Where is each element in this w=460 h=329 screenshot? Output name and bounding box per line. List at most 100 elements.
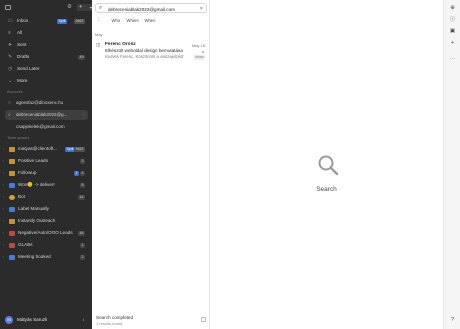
nav-drafts[interactable]: ✎ Drafts 49	[5, 52, 88, 62]
label-color-icon	[9, 242, 15, 248]
label-item[interactable]: › Bot 14	[2, 192, 88, 202]
caret-right-icon[interactable]: ›	[3, 180, 4, 190]
label-color-icon	[9, 158, 15, 164]
search-icon	[318, 155, 339, 176]
sent-icon: ➤	[8, 42, 13, 48]
label-text: matyas@clientoft...	[18, 146, 58, 151]
mail-icon: ○	[8, 100, 12, 106]
label-item[interactable]: › Followup 1 4	[2, 168, 88, 178]
plus-icon[interactable]: +	[444, 40, 460, 47]
drafts-count-badge: 49	[78, 54, 85, 60]
search-icon: ⌕	[99, 5, 103, 11]
calendar-icon[interactable]: ▣	[444, 28, 460, 35]
inbox-icon: ◫	[96, 42, 101, 47]
label-item[interactable]: › Negative/Auto/OOO Leads 44	[2, 228, 88, 238]
caret-right-icon[interactable]: ›	[3, 252, 4, 262]
panel-toggle-icon[interactable]	[201, 317, 206, 322]
label-text: Followup	[18, 170, 37, 175]
label-text: Bot	[18, 194, 25, 199]
label-text: GLABs	[18, 242, 33, 247]
label-count-badge: 14	[78, 194, 85, 200]
sidebar-toolbar: ⚙ + ▾	[5, 4, 94, 12]
email-sender: Ferenc Orosz	[105, 42, 136, 47]
caret-right-icon[interactable]: ›	[3, 144, 4, 154]
nav-more[interactable]: ⌄ More	[5, 76, 88, 86]
label-item[interactable]: › matyas@clientoft... Split 3467	[2, 144, 88, 154]
filter-who[interactable]: Who	[110, 17, 122, 25]
email-result-item[interactable]: ◫ Ferenc Orosz May 18 Elkészült weboldal…	[94, 40, 208, 62]
split-badge[interactable]: Split	[57, 18, 67, 24]
calendar-icon	[9, 254, 15, 260]
label-count-badge: 44	[78, 230, 85, 236]
help-icon[interactable]: ?	[444, 317, 460, 324]
nav-sent[interactable]: ➤ Sent	[5, 40, 88, 50]
nav-sent-label: Sent	[17, 42, 27, 47]
email-subject: Elkészült weboldal design bemutatása	[105, 48, 183, 53]
filter-icon[interactable]: ⫶	[98, 17, 99, 23]
label-item[interactable]: › GLABs 1	[2, 240, 88, 250]
label-item[interactable]: › Won😊 -> deliver! 5	[2, 180, 88, 190]
chevron-right-icon: ›	[83, 112, 85, 117]
more-icon[interactable]: ⋯	[444, 57, 460, 64]
caret-right-icon[interactable]: ›	[3, 216, 4, 226]
nav-send-later[interactable]: ◷ Send Later	[5, 64, 88, 74]
inbox-icon: ▭	[8, 18, 13, 24]
bot-icon	[9, 194, 15, 200]
label-item[interactable]: › Label Manually	[2, 204, 88, 214]
account-item[interactable]: ○ agnesfaz@dinoxenc.hu	[5, 98, 88, 108]
email-folder-tag: Inbox	[193, 55, 205, 60]
draft-icon: ✎	[8, 54, 13, 60]
search-bar[interactable]: ⌕ ×	[95, 3, 207, 13]
user-menu[interactable]: M Mátyás Saruzli ⇕	[4, 315, 88, 325]
search-results-panel: ⌕ × ⫶ Who Where When May ◫ Ferenc Orosz …	[92, 0, 210, 329]
caret-right-icon[interactable]: ›	[3, 228, 4, 238]
label-text: Won😊 -> deliver!	[18, 182, 55, 187]
filter-when[interactable]: When	[143, 17, 157, 25]
filter-where[interactable]: Where	[125, 17, 140, 25]
sidebar-toggle-icon[interactable]	[5, 5, 11, 10]
nav-all-label: All	[17, 30, 23, 35]
label-item[interactable]: › Meeting booked 2	[2, 252, 88, 262]
settings-icon[interactable]: ⚙	[67, 4, 72, 11]
nav-more-label: More	[17, 78, 28, 83]
add-circle-icon[interactable]: ⊕	[444, 5, 460, 12]
unread-count-badge: 9467	[74, 18, 85, 24]
caret-right-icon[interactable]: ›	[3, 168, 4, 178]
label-text: Label Manually	[18, 206, 49, 211]
account-item[interactable]: csapjekelek@gmail.com	[5, 122, 88, 132]
email-date: May 18	[191, 42, 205, 48]
caret-right-icon[interactable]: ›	[3, 192, 4, 202]
chevron-updown-icon: ⇕	[81, 318, 85, 322]
info-icon[interactable]: ⓘ	[444, 17, 460, 24]
nav-send-later-label: Send Later	[17, 66, 40, 71]
label-item[interactable]: › Instantly Outreach	[2, 216, 88, 226]
label-color-icon	[9, 218, 15, 224]
empty-state-title: Search	[316, 186, 337, 193]
accounts-section-title: Accounts	[7, 90, 23, 94]
caret-right-icon[interactable]: ›	[3, 240, 4, 250]
label-text: Positive Leads	[18, 158, 48, 163]
account-item-active[interactable]: ⌕ debreceniablak2022@g... ›	[5, 110, 88, 120]
label-item[interactable]: › Positive Leads 3	[2, 156, 88, 166]
labels-section-title: Team spaces	[7, 136, 30, 140]
label-count-badge: 4	[80, 170, 85, 176]
clear-icon[interactable]: ×	[200, 5, 203, 13]
nav-inbox-label: Inbox	[17, 18, 29, 23]
tray-icon: ≡	[8, 30, 11, 36]
label-color-icon	[9, 230, 15, 236]
chevron-down-icon: ⌄	[8, 78, 13, 84]
user-name: Mátyás Saruzli	[17, 317, 48, 322]
label-count-badge: 3467	[74, 146, 85, 152]
avatar: M	[5, 316, 13, 324]
label-color-icon	[9, 146, 15, 152]
sidebar: ⚙ + ▾ ▭ Inbox Split 9467 ≡ All ➤ Sent ✎ …	[0, 0, 94, 329]
caret-right-icon[interactable]: ›	[3, 156, 4, 166]
caret-right-icon[interactable]: ›	[3, 204, 4, 214]
search-status-bar: Search completed 1 results found	[92, 311, 209, 329]
nav-inbox[interactable]: ▭ Inbox Split 9467	[5, 16, 88, 26]
nav-all[interactable]: ≡ All	[5, 28, 88, 38]
search-input[interactable]	[108, 5, 198, 13]
date-group-label: May	[95, 32, 103, 37]
label-text: Negative/Auto/OOO Leads	[18, 230, 73, 235]
clock-icon: ◷	[8, 66, 13, 72]
